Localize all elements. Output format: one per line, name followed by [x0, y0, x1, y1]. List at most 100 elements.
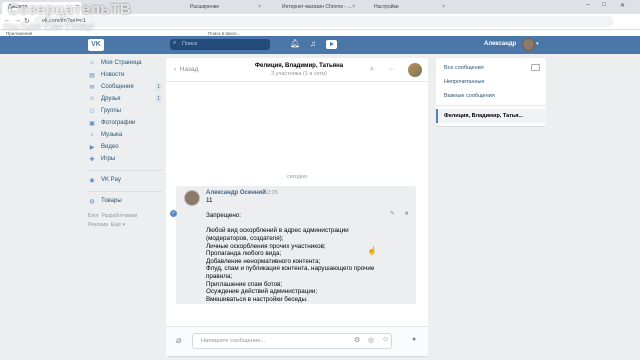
more-icon[interactable]: ··· — [388, 66, 395, 73]
close-icon[interactable]: × — [352, 4, 355, 10]
browser-tab[interactable]: Настройки × — [368, 2, 448, 14]
sidebar-item-messages[interactable]: ✉ Сообщения 1 — [88, 82, 162, 94]
message-line — [206, 205, 406, 213]
sidebar-item-label: Группы — [101, 108, 121, 114]
active-chat-item[interactable]: Фелиция, Владимир, Татья... — [436, 109, 546, 123]
channel-watermark-sub: YouTube Сан Созер — [2, 22, 94, 33]
sidebar-item-goods[interactable]: ◍ Товары — [88, 196, 162, 208]
user-avatar[interactable] — [522, 38, 535, 51]
sidebar-item-label: Игры — [101, 156, 116, 162]
folder-all[interactable]: Все сообщения — [444, 65, 484, 71]
folder-important[interactable]: Важные сообщения — [444, 93, 495, 99]
message-line: Любой вид оскорблений в адрес администра… — [206, 227, 349, 235]
message-input[interactable]: Напишите сообщение... — [192, 333, 392, 349]
message-line: Приглашение спам ботов; — [206, 280, 283, 288]
chat-subtitle: 3 участника (1 в сети) — [271, 71, 327, 77]
channel-watermark: СозерцательТВ — [8, 1, 132, 18]
sidebar-item-label: Новости — [101, 72, 125, 78]
avatar[interactable] — [184, 190, 200, 206]
message-line: правила; — [206, 272, 233, 280]
user-name[interactable]: Александр — [484, 41, 516, 47]
message-line: (модераторов, создателя); — [206, 234, 284, 242]
bell-icon[interactable]: 🔔︎ — [290, 39, 300, 48]
message-line: Вмешиваться в настройки беседы. — [206, 295, 308, 303]
folders-panel: Все сообщения Непрочитанные Важные сообщ… — [436, 58, 546, 126]
sidebar-item-label: Видео — [101, 144, 119, 150]
star-icon[interactable]: ★ — [404, 210, 409, 217]
divider — [88, 170, 162, 171]
left-sidebar: ⌂ Моя Страница ▤ Новости ✉ Сообщения 1 ☺ Друз… — [88, 58, 162, 230]
sidebar-item-label: Друзья — [101, 96, 121, 102]
paperclip-icon[interactable]: ⌀ — [176, 335, 181, 346]
sidebar-item-vkpay[interactable]: ◉ VK Pay — [88, 175, 162, 187]
message-icon: ✉ — [89, 85, 95, 91]
vk-logo[interactable]: VK — [88, 39, 104, 51]
search-input[interactable]: ⌕ Поиск — [170, 39, 270, 50]
chat-avatar[interactable] — [408, 63, 422, 77]
chat-header: ‹ Назад Фелиция, Владимир, Татьяна 3 уча… — [166, 58, 428, 82]
sidebar-item-groups[interactable]: ⚇ Группы — [88, 106, 162, 118]
sidebar-item-photos[interactable]: ▣ Фотографии — [88, 118, 162, 130]
sidebar-item-label: VK Pay — [101, 177, 122, 183]
vkpay-icon: ◉ — [89, 178, 95, 184]
home-icon: ⌂ — [90, 60, 94, 66]
music-icon: ♪ — [90, 132, 94, 138]
sidebar-item-friends[interactable]: ☺ Друзья 1 — [88, 94, 162, 106]
divider — [436, 105, 546, 106]
back-button[interactable]: ‹ Назад — [174, 66, 198, 73]
message-line: 11 — [206, 197, 213, 204]
chat-panel: ‹ Назад Фелиция, Владимир, Татьяна 3 уча… — [166, 58, 428, 356]
footer-link-devs[interactable]: Разработчикам — [102, 213, 138, 219]
camera-icon[interactable]: ◎ — [368, 336, 374, 344]
sidebar-item-label: Фотографии — [101, 120, 136, 126]
footer-link-blog[interactable]: Блог — [88, 213, 99, 219]
emoji-icon[interactable]: ☺ — [382, 336, 389, 343]
message-line: Запрещено: — [206, 212, 242, 220]
news-icon: ▤ — [89, 73, 95, 79]
mouse-cursor-icon: ☝ — [367, 246, 377, 255]
bot-icon[interactable]: ⚙ — [354, 336, 360, 344]
folder-unread[interactable]: Непрочитанные — [444, 79, 485, 85]
sidebar-item-news[interactable]: ▤ Новости — [88, 70, 162, 82]
message[interactable]: ✓ Александр Осенний 12:26 11 Запрещено: … — [170, 186, 416, 304]
search-icon[interactable]: ⌕ — [370, 66, 374, 74]
close-icon[interactable]: × — [442, 4, 445, 10]
back-label: Назад — [179, 66, 199, 73]
browser-tab[interactable]: Расширение × — [184, 2, 264, 14]
music-icon[interactable]: ♫ — [310, 39, 316, 48]
sidebar-item-label: Моя Страница — [101, 60, 142, 66]
tab-label: Настройки — [374, 4, 399, 10]
footer-link-ads[interactable]: Реклама — [88, 222, 108, 228]
bag-icon: ◍ — [89, 199, 95, 205]
day-separator: сегодня — [287, 174, 307, 180]
message-author[interactable]: Александр Осенний — [206, 190, 266, 196]
count-badge: 1 — [155, 83, 162, 91]
check-icon[interactable]: ✓ — [170, 210, 177, 217]
close-icon[interactable]: × — [258, 4, 261, 10]
sidebar-item-my-page[interactable]: ⌂ Моя Страница — [88, 58, 162, 70]
divider — [88, 191, 162, 192]
play-icon[interactable] — [326, 40, 337, 49]
sidebar-item-label: Музыка — [101, 132, 123, 138]
browser-tab[interactable]: Интернет-магазин Chrome - ... × — [276, 2, 358, 14]
chevron-down-icon[interactable]: ▾ — [536, 41, 539, 47]
message-line: Флуд, спам и публикация контента, наруша… — [206, 265, 375, 273]
search-placeholder: Поиск — [182, 41, 198, 47]
message-settings-icon[interactable] — [531, 64, 540, 71]
chat-title[interactable]: Фелиция, Владимир, Татьяна — [226, 63, 372, 69]
footer-link-more[interactable]: Ещё — [111, 222, 121, 228]
edit-icon[interactable]: ✎ — [390, 210, 395, 217]
close-window-icon[interactable]: ✕ — [620, 2, 625, 9]
minimize-icon[interactable]: – — [586, 2, 589, 8]
microphone-icon[interactable]: ● — [412, 336, 416, 343]
sidebar-item-label: Товары — [101, 198, 122, 204]
message-time[interactable]: 12:26 — [264, 190, 278, 196]
sidebar-item-games[interactable]: ✚ Игры — [88, 154, 162, 166]
games-icon: ✚ — [89, 157, 95, 163]
sidebar-footer: Блог Разработчикам Реклама Ещё ▾ — [88, 213, 138, 228]
message-line: Осуждение действий администрации; — [206, 288, 318, 296]
video-icon: ▶ — [89, 145, 95, 151]
sidebar-item-music[interactable]: ♪ Музыка — [88, 130, 162, 142]
sidebar-item-video[interactable]: ▶ Видео — [88, 142, 162, 154]
maximize-icon[interactable]: □ — [602, 2, 606, 8]
